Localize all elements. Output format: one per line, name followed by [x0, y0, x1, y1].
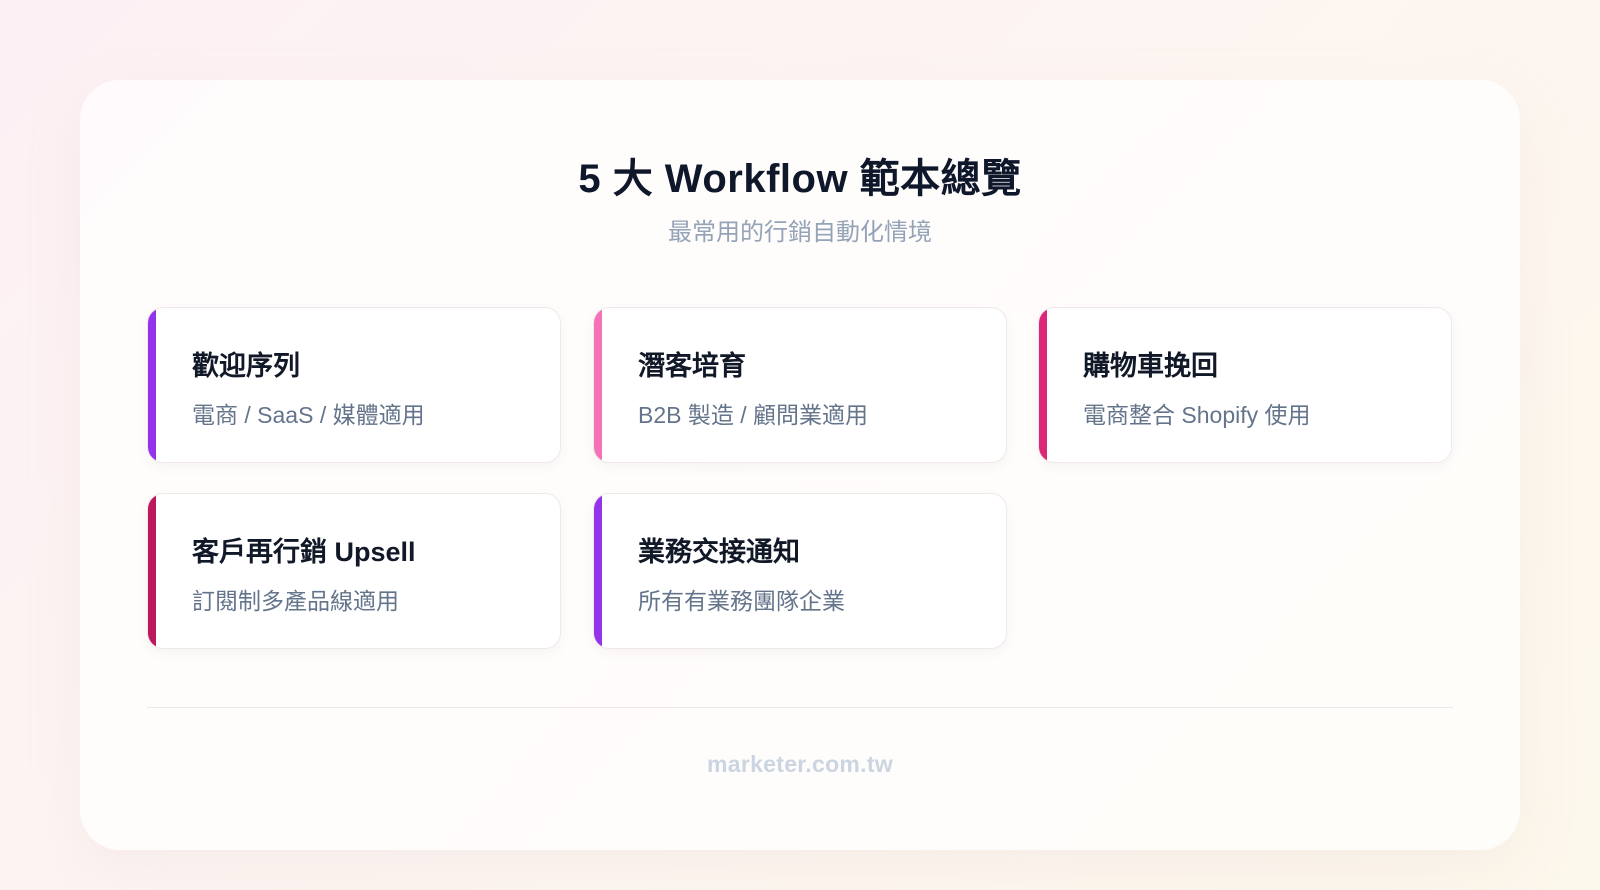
card-description: 電商整合 Shopify 使用 [1083, 402, 1311, 428]
page-subtitle: 最常用的行銷自動化情境 [668, 219, 932, 246]
workflow-card-welcome: 歡迎序列 電商 / SaaS / 媒體適用 [147, 307, 561, 463]
card-title: 業務交接通知 [638, 537, 800, 567]
card-title: 潛客培育 [638, 351, 746, 381]
page-title: 5 大 Workflow 範本總覽 [578, 157, 1022, 201]
card-accent-bar [594, 494, 602, 648]
card-accent-bar [148, 308, 156, 462]
card-accent-bar [594, 308, 602, 462]
workflow-overview-panel: 5 大 Workflow 範本總覽 最常用的行銷自動化情境 歡迎序列 電商 / … [80, 80, 1520, 850]
card-description: 所有有業務團隊企業 [638, 588, 845, 614]
card-accent-bar [1039, 308, 1047, 462]
workflow-card-sales-handoff: 業務交接通知 所有有業務團隊企業 [593, 493, 1007, 649]
workflow-card-cart-recovery: 購物車挽回 電商整合 Shopify 使用 [1038, 307, 1452, 463]
card-description: B2B 製造 / 顧問業適用 [638, 402, 869, 428]
footer-divider [147, 707, 1453, 708]
workflow-card-lead-nurturing: 潛客培育 B2B 製造 / 顧問業適用 [593, 307, 1007, 463]
workflow-card-upsell: 客戶再行銷 Upsell 訂閱制多產品線適用 [147, 493, 561, 649]
card-title: 客戶再行銷 Upsell [192, 537, 416, 567]
card-title: 購物車挽回 [1083, 351, 1218, 381]
card-title: 歡迎序列 [192, 351, 300, 381]
card-description: 訂閱制多產品線適用 [192, 588, 399, 614]
card-accent-bar [148, 494, 156, 648]
footer-site-url: marketer.com.tw [706, 751, 894, 777]
card-description: 電商 / SaaS / 媒體適用 [192, 402, 425, 428]
